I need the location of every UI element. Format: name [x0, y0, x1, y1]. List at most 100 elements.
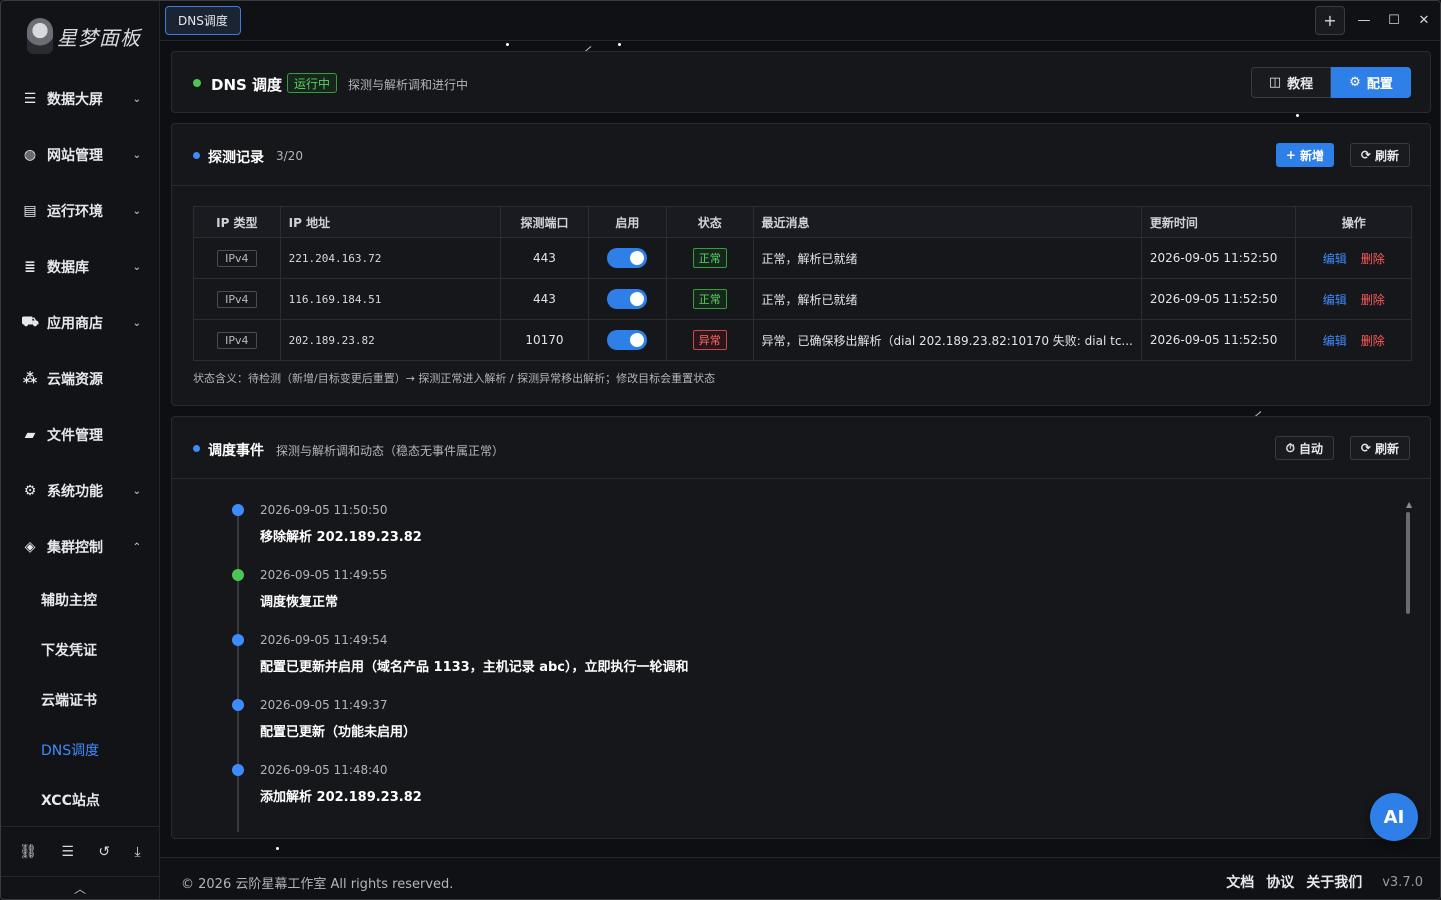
- sidebar-item-2[interactable]: ▤ 运行环境 ⌄: [1, 183, 159, 239]
- about-link[interactable]: 关于我们: [1306, 872, 1362, 892]
- refresh-records-button[interactable]: ⟳ 刷新: [1349, 143, 1410, 167]
- cell-actions: 编辑 删除: [1295, 278, 1412, 320]
- close-button[interactable]: ✕: [1413, 13, 1435, 28]
- sidebar-item-4[interactable]: ⛟ 应用商店 ⌄: [1, 295, 159, 351]
- sidebar-subitem-1[interactable]: 下发凭证: [1, 625, 159, 675]
- folder-icon: ▰: [24, 427, 36, 443]
- star-decoration: [1296, 114, 1299, 117]
- enable-toggle[interactable]: [607, 248, 648, 268]
- footer-links: 文档 协议 关于我们 v3.7.0: [1226, 872, 1423, 892]
- records-count: 3/20: [276, 149, 303, 163]
- table-row: IPv4 202.189.23.82 10170 异常 异常，已确保移出解析（dial …: [193, 319, 1412, 361]
- tab-dns-schedule[interactable]: DNS调度: [165, 6, 241, 35]
- maximize-button[interactable]: ☐: [1383, 13, 1405, 28]
- logo: 星梦面板: [1, 1, 159, 71]
- sidebar-footer-toolbar: ⛓ ☰ ↺ ⤓: [1, 826, 159, 876]
- delete-button[interactable]: 删除: [1361, 252, 1385, 266]
- section-dot: [193, 445, 200, 452]
- sidebar-item-8[interactable]: ◈ 集群控制 ⌃: [1, 519, 159, 575]
- scroll-up-arrow[interactable]: ▲: [1406, 500, 1412, 509]
- status-dot: [193, 79, 201, 87]
- window-controls: + — ☐ ✕: [1315, 6, 1435, 35]
- status-badge: 异常: [692, 330, 727, 350]
- history-icon[interactable]: ↺: [98, 844, 110, 860]
- new-tab-button[interactable]: +: [1315, 6, 1345, 35]
- add-record-button[interactable]: + 新增: [1275, 143, 1334, 167]
- refresh-events-button[interactable]: ⟳ 刷新: [1349, 436, 1410, 460]
- records-title: 探测记录: [208, 150, 264, 166]
- scrollbar-thumb[interactable]: [1406, 512, 1410, 614]
- edit-button[interactable]: 编辑: [1323, 293, 1347, 307]
- tutorial-button[interactable]: ◫ 教程: [1251, 67, 1331, 98]
- sidebar-item-1[interactable]: ◍ 网站管理 ⌄: [1, 127, 159, 183]
- tutorial-label: 教程: [1287, 77, 1314, 92]
- sidebar-item-3[interactable]: ≣ 数据库 ⌄: [1, 239, 159, 295]
- section-dot: [193, 152, 200, 159]
- minimize-button[interactable]: —: [1353, 13, 1375, 28]
- share-icon[interactable]: ⛓: [19, 844, 37, 860]
- records-table: IP 类型 IP 地址 探测端口 启用 状态 最近消息 更新时间 操作 IPv4…: [193, 206, 1412, 361]
- list-icon[interactable]: ☰: [61, 844, 74, 860]
- edit-button[interactable]: 编辑: [1323, 252, 1347, 266]
- ip-address: 116.169.184.51: [288, 293, 382, 306]
- cell-ip-type: IPv4: [193, 319, 281, 361]
- status-badge: 正常: [692, 248, 727, 268]
- cell-message: 正常，解析已就绪: [752, 278, 1142, 320]
- download-icon[interactable]: ⤓: [135, 844, 141, 860]
- column-header: 启用: [587, 206, 668, 238]
- cell-ip-type: IPv4: [193, 237, 281, 279]
- column-header: 最近消息: [752, 206, 1142, 238]
- star-decoration: [276, 847, 279, 850]
- delete-button[interactable]: 删除: [1361, 293, 1385, 307]
- collapse-sidebar-button[interactable]: ︿: [1, 876, 159, 899]
- config-button[interactable]: ⚙ 配置: [1331, 67, 1411, 98]
- cell-port: 10170: [500, 319, 589, 361]
- event-time: 2026-09-05 11:50:50: [260, 503, 388, 517]
- cell-ip-type: IPv4: [193, 278, 281, 320]
- ai-assistant-button[interactable]: AI: [1370, 793, 1418, 841]
- plus-icon: +: [1323, 11, 1337, 30]
- status-badge: 运行中: [287, 73, 338, 93]
- sidebar-item-5[interactable]: ⁂ 云端资源: [1, 351, 159, 407]
- cell-ip-address: 221.204.163.72: [279, 237, 502, 279]
- cell-updated: 2026-09-05 11:52:50: [1140, 319, 1297, 361]
- sidebar-subitem-2[interactable]: 云端证书: [1, 675, 159, 725]
- ip-type-tag: IPv4: [217, 331, 257, 349]
- timeline-event: 2026-09-05 11:49:37 配置已更新（功能未启用）: [224, 697, 1324, 757]
- auto-refresh-button[interactable]: ⏱ 自动: [1274, 436, 1334, 460]
- cell-updated: 2026-09-05 11:52:50: [1140, 237, 1297, 279]
- sidebar-item-6[interactable]: ▰ 文件管理: [1, 407, 159, 463]
- status-legend-note: 状态含义：待检测（新增/目标变更后重置）→ 探测正常进入解析 / 探测异常移出解…: [193, 372, 716, 385]
- delete-button[interactable]: 删除: [1361, 334, 1385, 348]
- enable-toggle[interactable]: [607, 289, 648, 309]
- topbar: DNS调度 + — ☐ ✕: [160, 1, 1440, 41]
- page-description: 探测与解析调和进行中: [348, 78, 469, 92]
- chevron-icon: ⌄: [132, 93, 141, 105]
- sidebar-subitem-0[interactable]: 辅助主控: [1, 575, 159, 625]
- agreement-link[interactable]: 协议: [1266, 872, 1294, 892]
- docs-link[interactable]: 文档: [1226, 872, 1254, 892]
- column-header: IP 类型: [193, 206, 281, 238]
- timeline-dot: [232, 504, 244, 516]
- cell-message: 正常，解析已就绪: [752, 237, 1142, 279]
- star-decoration: [506, 43, 509, 46]
- cubes-icon: ⁂: [22, 371, 38, 387]
- cell-status: 异常: [666, 319, 754, 361]
- logo-text: 星梦面板: [57, 25, 141, 50]
- cell-actions: 编辑 删除: [1295, 319, 1412, 361]
- layers-icon: ◈: [24, 539, 36, 555]
- cell-status: 正常: [666, 237, 754, 279]
- sidebar-item-7[interactable]: ⚙ 系统功能 ⌄: [1, 463, 159, 519]
- event-time: 2026-09-05 11:49:54: [260, 633, 388, 647]
- sidebar-item-label: 网站管理: [47, 148, 103, 164]
- timeline-dot: [232, 569, 244, 581]
- events-subtitle: 探测与解析调和动态（稳态无事件属正常）: [276, 444, 505, 458]
- cell-enabled: [587, 278, 668, 320]
- sidebar-item-0[interactable]: ☰ 数据大屏 ⌄: [1, 71, 159, 127]
- sidebar-subitem-4[interactable]: XCC站点: [1, 775, 159, 825]
- sidebar-subitem-3[interactable]: DNS调度: [1, 725, 159, 775]
- edit-button[interactable]: 编辑: [1323, 334, 1347, 348]
- timeline-event: 2026-09-05 11:49:54 配置已更新并启用（域名产品 1133，主机…: [224, 632, 1324, 692]
- sidebar-item-label: 系统功能: [47, 484, 103, 500]
- enable-toggle[interactable]: [607, 330, 648, 350]
